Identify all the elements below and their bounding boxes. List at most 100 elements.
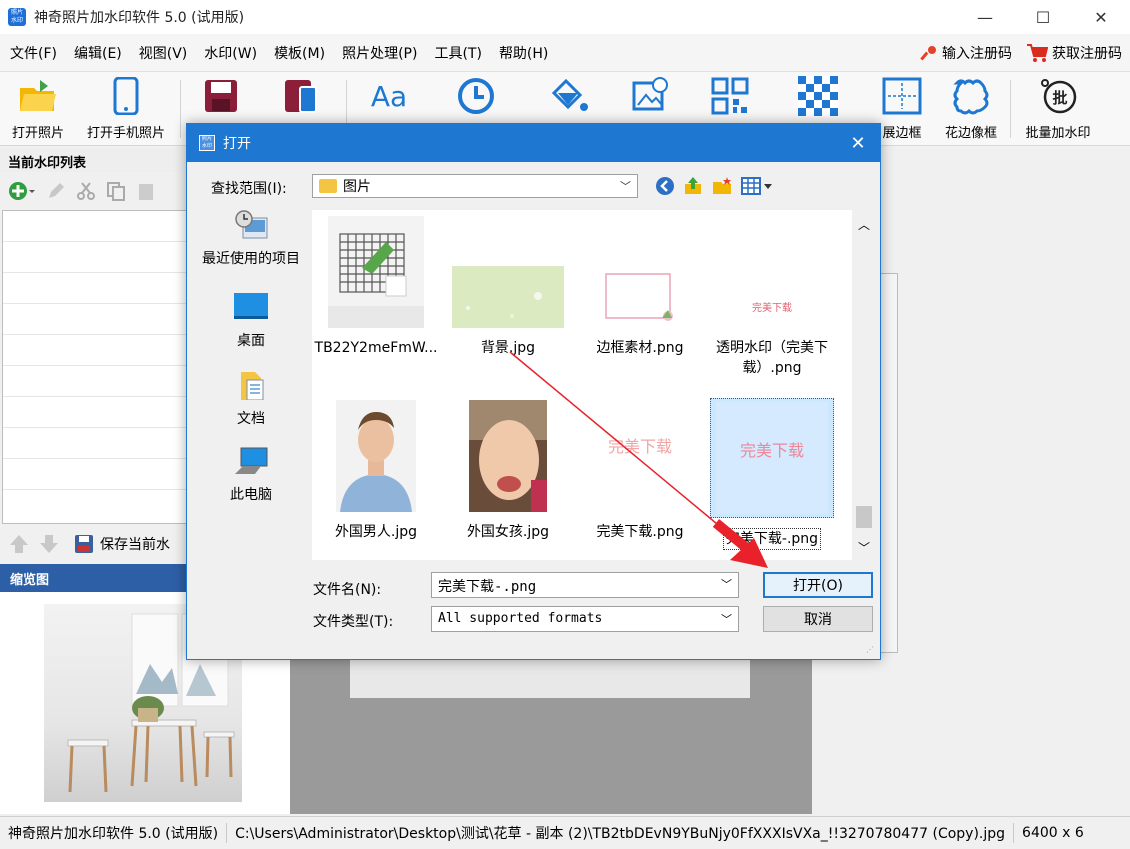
open-phone-photo-button[interactable]: 打开手机照片 bbox=[78, 76, 174, 142]
key-icon bbox=[920, 46, 936, 61]
file-thumbnail: 完美下载 bbox=[584, 398, 696, 512]
window-title: 神奇照片加水印软件 5.0 (试用版) bbox=[34, 10, 245, 26]
new-folder-icon[interactable] bbox=[711, 176, 733, 196]
lace-frame-label: 花边像框 bbox=[944, 126, 997, 141]
edit-icon[interactable] bbox=[46, 181, 66, 201]
open-phone-photo-label: 打开手机照片 bbox=[86, 126, 165, 141]
file-thumbnail bbox=[452, 398, 564, 512]
maximize-button[interactable]: ☐ bbox=[1014, 0, 1072, 34]
file-list-scrollbar[interactable]: ︿ ﹀ bbox=[854, 210, 874, 560]
move-down-icon[interactable] bbox=[38, 533, 60, 555]
file-list-view[interactable]: TB22Y2meFmW... 背景.jpg 边框素材.png 完美下载 透明水印… bbox=[312, 210, 852, 560]
file-item[interactable]: 边框素材.png bbox=[576, 214, 704, 358]
file-thumbnail bbox=[452, 214, 564, 328]
add-icon[interactable] bbox=[8, 180, 36, 202]
file-name: 完美下载.png bbox=[596, 524, 684, 540]
place-computer[interactable]: 此电脑 bbox=[195, 446, 307, 504]
status-bar: 神奇照片加水印软件 5.0 (试用版) C:\Users\Administrat… bbox=[0, 816, 1130, 849]
get-code-label: 获取注册码 bbox=[1052, 46, 1122, 62]
chevron-down-icon: ﹀ bbox=[721, 613, 732, 626]
file-thumbnail bbox=[320, 214, 432, 328]
toolbar-separator bbox=[180, 80, 181, 138]
minimize-button[interactable]: — bbox=[956, 0, 1014, 34]
resize-grip-icon[interactable]: ⋰ bbox=[866, 645, 876, 655]
dialog-title-bar: 照片 水印 打开 ✕ bbox=[187, 124, 880, 162]
cart-icon bbox=[1027, 44, 1048, 62]
open-button[interactable]: 打开(O) bbox=[763, 572, 873, 598]
file-name-input[interactable]: 完美下载-.png ﹀ bbox=[431, 572, 739, 598]
get-code-link[interactable]: 获取注册码 bbox=[1026, 43, 1122, 63]
scroll-thumb[interactable] bbox=[856, 506, 872, 528]
up-folder-icon[interactable] bbox=[683, 176, 703, 196]
file-item[interactable]: 外国女孩.jpg bbox=[444, 398, 572, 542]
mosaic-icon bbox=[798, 76, 838, 116]
place-desktop-label: 桌面 bbox=[237, 333, 265, 349]
lace-frame-button[interactable]: 花边像框 bbox=[938, 76, 1004, 142]
look-in-select[interactable]: 图片 ﹀ bbox=[312, 174, 638, 198]
batch-watermark-label: 批量加水印 bbox=[1025, 126, 1091, 141]
close-button[interactable]: ✕ bbox=[1072, 0, 1130, 34]
place-recent[interactable]: 最近使用的项目 bbox=[195, 210, 307, 268]
save-phone-icon bbox=[281, 76, 321, 116]
copy-icon[interactable] bbox=[106, 181, 126, 201]
file-type-select[interactable]: All supported formats ﹀ bbox=[431, 606, 739, 632]
expand-border-label: 展边框 bbox=[882, 126, 922, 141]
file-item-selected[interactable]: 完美下载 完美下载-.png bbox=[708, 398, 836, 550]
chevron-down-icon[interactable]: ﹀ bbox=[721, 576, 732, 592]
file-item[interactable]: TB22Y2meFmW... bbox=[312, 214, 440, 358]
open-photo-button[interactable]: 打开照片 bbox=[6, 76, 70, 142]
file-type-value: All supported formats bbox=[438, 611, 603, 626]
cancel-button[interactable]: 取消 bbox=[763, 606, 873, 632]
place-desktop[interactable]: 桌面 bbox=[195, 292, 307, 350]
menu-edit[interactable]: 编辑(E) bbox=[64, 43, 129, 63]
file-name: 外国女孩.jpg bbox=[466, 524, 550, 540]
watermark-preview-text: 完美下载 bbox=[752, 301, 792, 314]
places-bar: 最近使用的项目 桌面 文档 此电脑 bbox=[195, 210, 307, 570]
image-stamp-icon bbox=[630, 76, 670, 116]
file-item[interactable]: 背景.jpg bbox=[444, 214, 572, 358]
file-name: 边框素材.png bbox=[596, 340, 684, 356]
dialog-nav-toolbar bbox=[655, 174, 773, 198]
look-in-value: 图片 bbox=[343, 179, 371, 195]
file-thumbnail bbox=[584, 214, 696, 328]
status-file-path: C:\Users\Administrator\Desktop\测试\花草 - 副… bbox=[227, 823, 1015, 843]
register-link[interactable]: 输入注册码 bbox=[920, 43, 1012, 63]
place-documents[interactable]: 文档 bbox=[195, 370, 307, 428]
menu-view[interactable]: 视图(V) bbox=[129, 43, 195, 63]
view-menu-icon[interactable] bbox=[741, 176, 773, 196]
documents-icon bbox=[241, 372, 264, 400]
place-recent-label: 最近使用的项目 bbox=[202, 251, 300, 267]
menu-template[interactable]: 模板(M) bbox=[264, 43, 332, 63]
save-current-label: 保存当前水 bbox=[100, 537, 170, 553]
watermark-preview-text: 完美下载 bbox=[608, 437, 672, 456]
paint-bucket-icon bbox=[550, 76, 590, 116]
place-computer-label: 此电脑 bbox=[230, 487, 272, 503]
menu-help[interactable]: 帮助(H) bbox=[489, 43, 555, 63]
scroll-down-icon[interactable]: ﹀ bbox=[858, 539, 870, 556]
save-template-icon bbox=[75, 535, 93, 553]
look-in-label: 查找范围(I): bbox=[211, 181, 287, 197]
file-item[interactable]: 外国男人.jpg bbox=[312, 398, 440, 542]
scroll-up-icon[interactable]: ︿ bbox=[858, 216, 870, 233]
watermark-preview-text: 完美下载 bbox=[740, 441, 804, 460]
move-up-icon[interactable] bbox=[8, 533, 30, 555]
file-item[interactable]: 完美下载 透明水印（完美下载）.png bbox=[708, 214, 836, 378]
menu-photo-process[interactable]: 照片处理(P) bbox=[332, 43, 424, 63]
menu-watermark[interactable]: 水印(W) bbox=[194, 43, 264, 63]
file-thumbnail bbox=[320, 398, 432, 512]
status-image-size: 6400 x 6 bbox=[1022, 825, 1084, 841]
expand-border-button[interactable]: 展边框 bbox=[876, 76, 928, 142]
cut-icon[interactable] bbox=[76, 181, 96, 201]
back-icon[interactable] bbox=[655, 176, 675, 196]
dialog-close-button[interactable]: ✕ bbox=[836, 124, 880, 162]
menu-tools[interactable]: 工具(T) bbox=[424, 43, 488, 63]
save-icon bbox=[201, 76, 241, 116]
paste-icon[interactable] bbox=[136, 181, 156, 201]
border-icon bbox=[882, 76, 922, 116]
open-file-dialog: 照片 水印 打开 ✕ 查找范围(I): 图片 ﹀ 最近使用的项目 桌面 文档 此… bbox=[186, 123, 881, 660]
batch-icon: 批 bbox=[1038, 76, 1078, 116]
menu-file[interactable]: 文件(F) bbox=[0, 43, 64, 63]
file-item[interactable]: 完美下载 完美下载.png bbox=[576, 398, 704, 542]
save-current-button[interactable]: 保存当前水 bbox=[74, 534, 170, 554]
batch-watermark-button[interactable]: 批 批量加水印 bbox=[1018, 76, 1098, 142]
